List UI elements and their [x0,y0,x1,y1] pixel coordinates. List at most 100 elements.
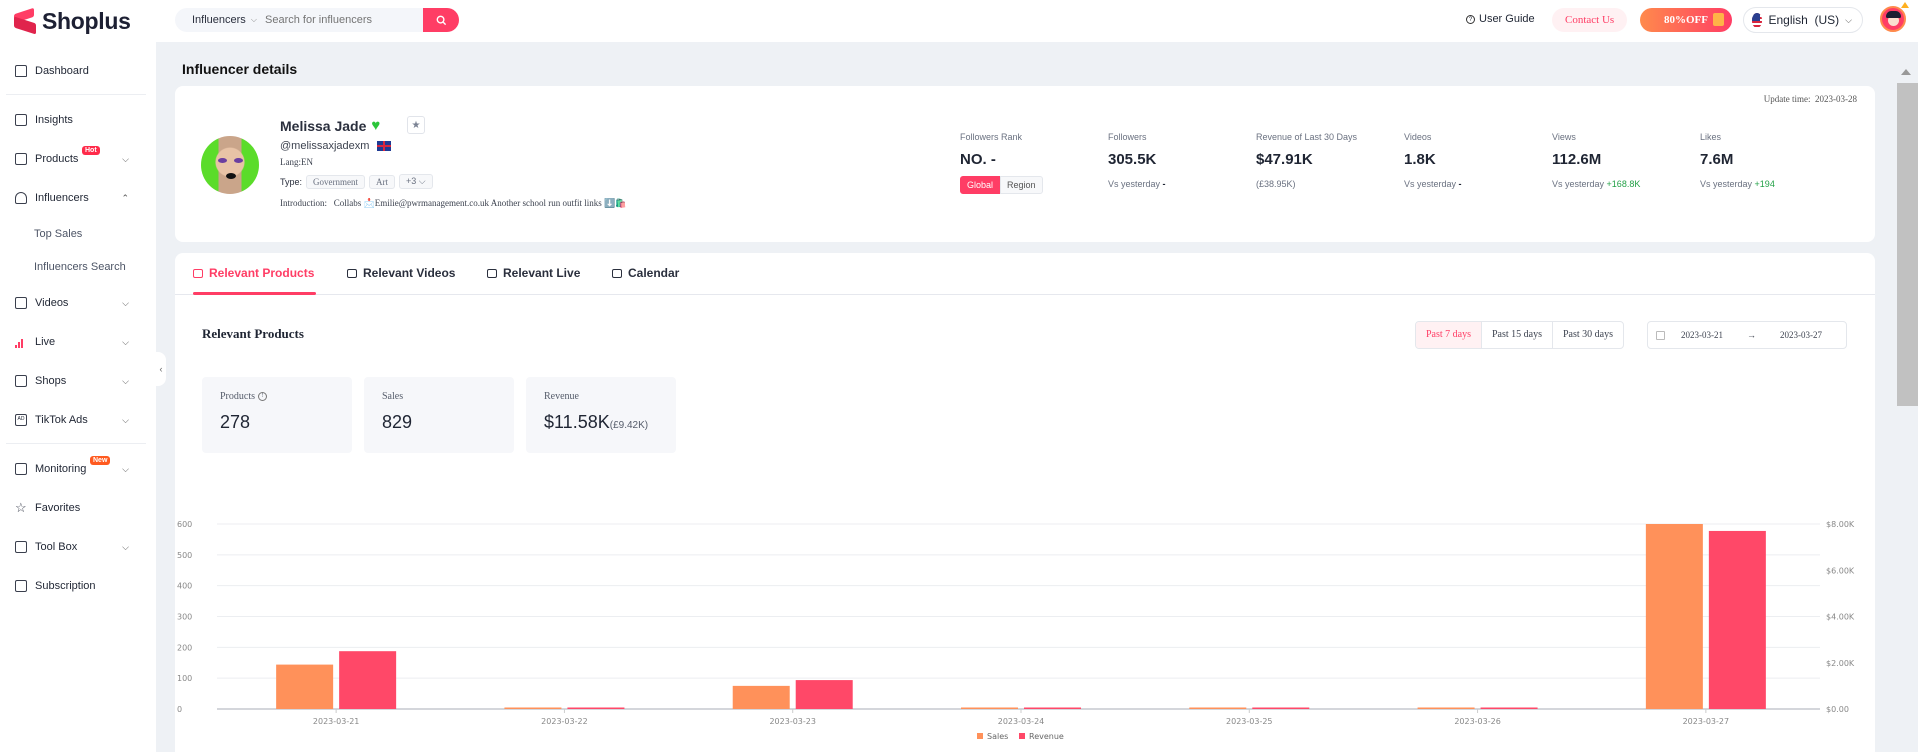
date-range-picker[interactable]: 2023-03-21 → 2023-03-27 [1647,321,1847,349]
more-tags-dropdown[interactable]: +3 ⌵ [399,174,433,189]
stat-value: $47.91K [1256,151,1313,168]
stat-value: NO. - [960,151,996,168]
sidebar-item-favorites[interactable]: ☆ Favorites [15,498,139,518]
kpi-label: Sales [382,391,404,402]
logo-text: Shoplus [42,8,131,34]
contact-us-button[interactable]: Contact Us [1552,8,1628,32]
sidebar-subitem-top-sales[interactable]: Top Sales [34,228,82,240]
legend-label-revenue: Revenue [1029,732,1064,741]
sidebar-item-products[interactable]: Products Hot ⌵ [15,146,139,169]
tab-calendar[interactable]: Calendar [612,266,679,280]
search-input[interactable] [265,14,415,26]
range-past-30-days[interactable]: Past 30 days [1552,322,1623,348]
influencer-introduction: Introduction: Collabs 📩Emilie@pwrmanagem… [280,198,627,208]
sidebar-collapse-toggle[interactable]: ‹ [156,352,166,386]
x-axis-tick-label: 2023-03-21 [313,717,360,726]
stat-value: 112.6M [1552,151,1602,168]
revenue-bar [1024,707,1081,709]
sidebar-item-influencers[interactable]: Influencers ⌃ [15,188,139,208]
chevron-down-icon: ⌵ [122,336,129,347]
search-bar: Influencers ⌵ [175,8,459,32]
scroll-up-arrow-icon[interactable] [1901,69,1911,75]
language-select[interactable]: English (US) ⌵ [1743,7,1863,33]
influencer-name-text: Melissa Jade [280,117,367,134]
kpi-value: $11.58K(£9.42K) [544,412,649,432]
search-icon [436,15,446,25]
divider [6,94,146,95]
chevron-down-icon: ⌵ [122,375,129,386]
region-toggle[interactable]: Region [1000,176,1043,194]
range-arrow-icon: → [1747,330,1756,340]
stat-delta: Vs yesterday - [1404,179,1462,189]
sidebar-item-tool-box[interactable]: Tool Box ⌵ [15,537,139,557]
scroll-thumb[interactable] [1897,83,1918,406]
sidebar-item-monitoring[interactable]: Monitoring New ⌵ [15,456,139,479]
chevron-down-icon: ⌵ [418,176,426,186]
tab-relevant-products[interactable]: Relevant Products [193,266,314,280]
tab-bar: Relevant Products Relevant Videos Releva… [175,253,1875,295]
sidebar-item-label: TikTok Ads [35,414,88,426]
sidebar: Dashboard Insights Products Hot ⌵ Influe… [0,42,156,752]
sidebar-item-live[interactable]: Live ⌵ [15,332,139,352]
sidebar-item-subscription[interactable]: Subscription [15,576,139,596]
chevron-down-icon: ⌵ [122,414,129,425]
divider [6,443,146,444]
global-toggle[interactable]: Global [960,176,1001,194]
chevron-down-icon: ⌵ [122,297,129,308]
update-time: Update time: 2023-03-28 [1763,94,1857,104]
stat-followers: Followers 305.5K Vs yesterday - [1108,132,1166,189]
stat-videos: Videos 1.8K Vs yesterday - [1404,132,1462,189]
promo-banner[interactable]: 80%OFF [1640,8,1732,32]
relevant-content-card: Relevant Products Relevant Videos Releva… [175,253,1875,752]
legend-swatch-sales [977,733,983,739]
monitor-icon [15,463,27,475]
sidebar-item-videos[interactable]: Videos ⌵ [15,293,139,313]
sidebar-item-label: Monitoring [35,463,87,475]
calendar-icon [612,268,622,278]
date-end[interactable]: 2023-03-27 [1780,330,1822,340]
search-category-select[interactable]: Influencers ⌵ [175,14,265,26]
handle-text: @melissaxjadexm [280,140,370,152]
favorite-button[interactable]: ★ [407,116,425,134]
left-axis-tick-label: 100 [177,674,192,683]
active-tab-indicator [193,292,316,295]
search-button[interactable] [423,8,459,32]
x-axis-tick-label: 2023-03-23 [769,717,816,726]
sales-bar [1645,524,1703,709]
sales-bar [276,664,334,709]
tab-label: Relevant Products [209,266,315,280]
info-icon[interactable]: ! [258,392,267,401]
left-axis-tick-label: 0 [177,705,182,714]
type-tag: Government [306,174,366,189]
influencer-handle: @melissaxjadexm [280,140,392,152]
kpi-sales: Sales 829 [364,377,514,453]
user-guide-link[interactable]: ? User Guide [1466,13,1535,25]
video-icon [15,297,27,309]
date-range-presets: Past 7 days Past 15 days Past 30 days [1415,321,1624,349]
monitor-icon [347,268,357,278]
sidebar-item-shops[interactable]: Shops ⌵ [15,371,139,391]
page-scrollbar[interactable] [1895,62,1918,752]
help-icon: ? [1466,14,1475,24]
user-avatar[interactable] [1880,6,1906,32]
tab-relevant-live[interactable]: Relevant Live [487,266,580,280]
sidebar-item-dashboard[interactable]: Dashboard [15,61,139,81]
range-past-15-days[interactable]: Past 15 days [1481,322,1552,348]
home-icon [15,65,27,77]
bag-icon [193,268,203,278]
sidebar-item-tiktok-ads[interactable]: AD TikTok Ads ⌵ [15,410,139,430]
date-start[interactable]: 2023-03-21 [1681,330,1723,340]
sidebar-item-insights[interactable]: Insights [15,110,139,130]
us-flag-icon [1752,12,1763,28]
range-past-7-days[interactable]: Past 7 days [1416,322,1481,348]
logo[interactable]: Shoplus [12,7,131,35]
sidebar-subitem-influencers-search[interactable]: Influencers Search [34,261,126,273]
stat-revenue-30d: Revenue of Last 30 Days $47.91K (£38.95K… [1256,132,1357,189]
x-axis-tick-label: 2023-03-26 [1454,717,1501,726]
tab-relevant-videos[interactable]: Relevant Videos [347,266,455,280]
search-category-label: Influencers [192,14,246,26]
stat-delta: Vs yesterday +194 [1700,179,1775,189]
right-axis-tick-label: $0.00 [1826,705,1849,714]
stat-sub: (£38.95K) [1256,179,1296,189]
section-title: Relevant Products [202,326,304,341]
